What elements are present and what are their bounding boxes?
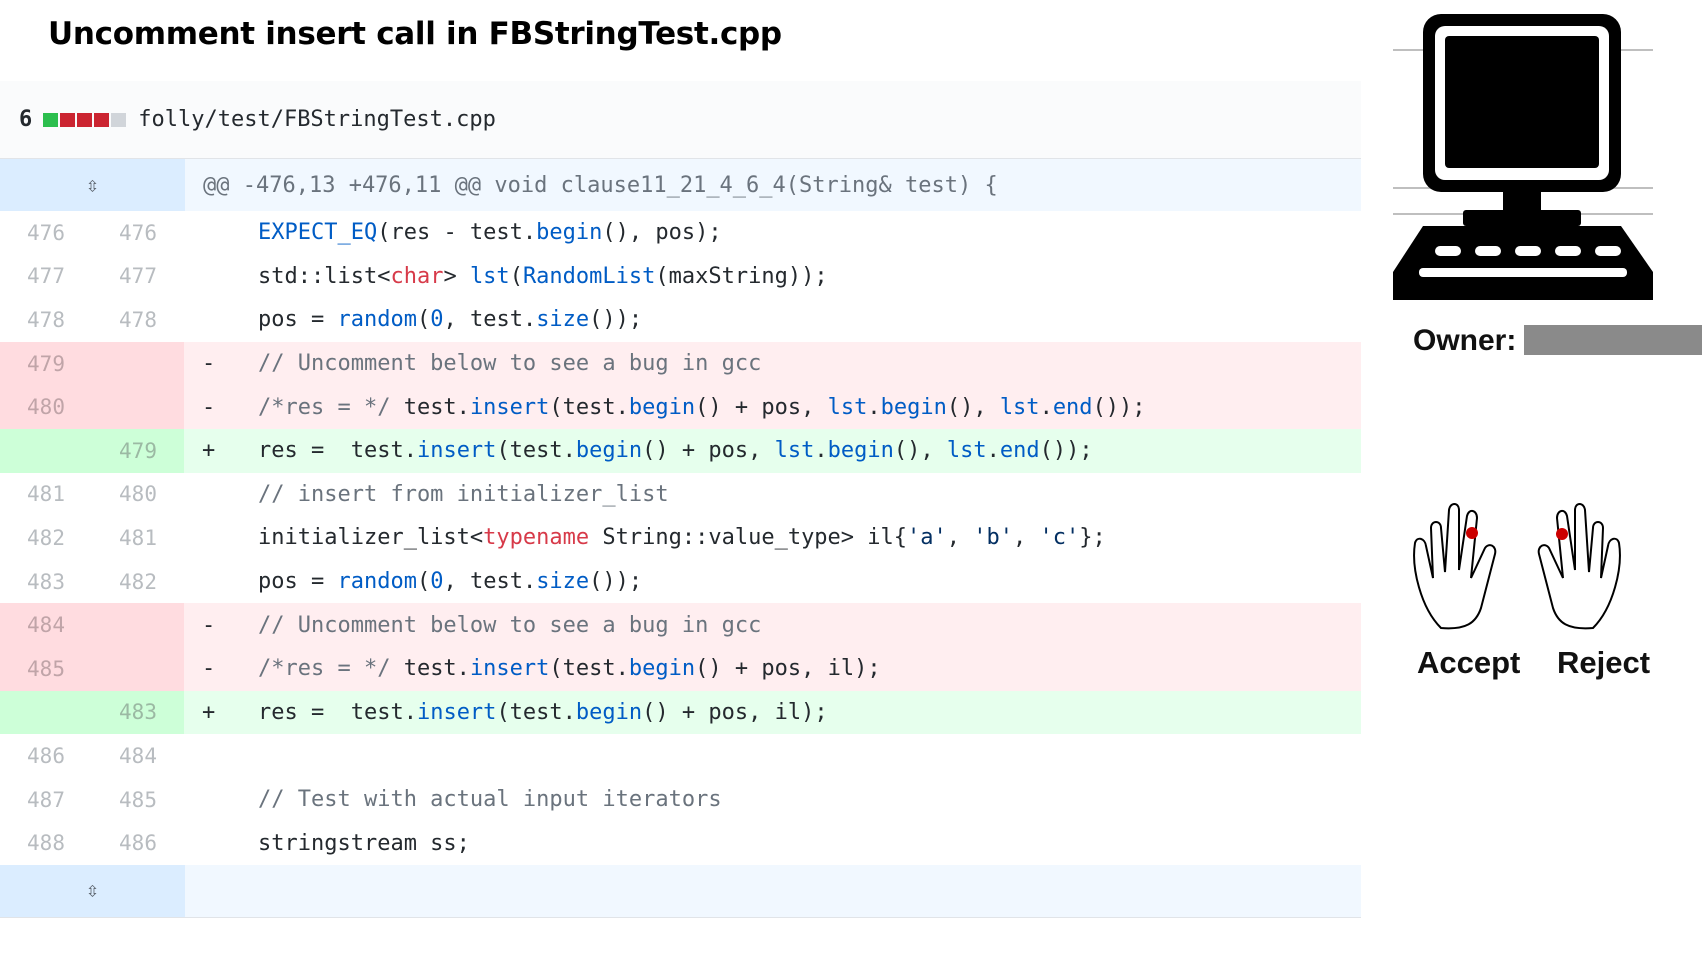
new-line-number[interactable] (92, 341, 184, 386)
new-line-number[interactable]: 480 (92, 473, 184, 517)
old-line-number[interactable]: 484 (0, 603, 92, 647)
old-line-number[interactable]: 476 (0, 211, 92, 255)
page-title: Uncomment insert call in FBStringTest.cp… (48, 16, 782, 52)
diff-line-del: 485 - /*res = */ test.insert(test.begin() … (0, 646, 1361, 691)
reject-label[interactable]: Reject (1557, 645, 1650, 681)
old-line-number[interactable] (0, 428, 92, 473)
new-line-number[interactable]: 479 (92, 428, 184, 473)
diff-line-del: 479 - // Uncomment below to see a bug in g… (0, 341, 1361, 386)
old-line-number[interactable]: 488 (0, 821, 92, 865)
code-text: std::list<char> lst(RandomList(maxString… (258, 263, 828, 289)
diffstat-block-added (43, 112, 59, 127)
expand-down-button[interactable]: ⇳ (0, 864, 185, 917)
diffstat-block-neutral (111, 112, 127, 127)
new-line-number[interactable] (92, 603, 184, 647)
diff-line-ctx: 481 480 // insert from initializer_list (0, 473, 1361, 517)
old-line-number[interactable]: 479 (0, 341, 92, 386)
diff-sign: + (202, 438, 216, 464)
file-header: 6 folly/test/FBStringTest.cpp (0, 81, 1361, 159)
new-line-number[interactable]: 485 (92, 778, 184, 822)
new-line-number[interactable]: 476 (92, 211, 184, 255)
new-line-number[interactable]: 483 (92, 690, 184, 735)
old-line-number[interactable]: 486 (0, 734, 92, 778)
computer-icon (1393, 14, 1653, 300)
new-line-number[interactable] (92, 646, 184, 691)
diff-sign: - (202, 351, 216, 377)
old-line-number[interactable]: 477 (0, 255, 92, 299)
diffstat (43, 112, 127, 127)
code-text: // insert from initializer_list (258, 481, 669, 507)
old-line-number[interactable] (0, 690, 92, 735)
hand-reject-icon[interactable] (1537, 503, 1621, 630)
code-text: /*res = */ test.insert(test.begin() + po… (258, 656, 881, 682)
code-text: EXPECT_EQ(res - test.begin(), pos); (258, 220, 722, 246)
expand-up-button[interactable]: ⇳ (0, 159, 185, 211)
diff-sign: + (202, 699, 216, 725)
hunk-header: ⇳ @@ -476,13 +476,11 @@ void clause11_21… (0, 159, 1361, 211)
owner-label: Owner: (1413, 324, 1517, 357)
diffstat-block-removed (94, 112, 110, 127)
hands-illustration (1413, 503, 1621, 630)
change-count: 6 (19, 107, 33, 132)
new-line-number[interactable] (92, 385, 184, 429)
diff-line-ctx: 488 486 stringstream ss; (0, 821, 1361, 865)
new-line-number[interactable]: 477 (92, 255, 184, 299)
code-text: pos = random(0, test.size()); (258, 307, 643, 333)
review-panel: Owner: Accept Reject (1361, 0, 1702, 957)
diff-line-ctx: 482 481 initializer_list<typename String::… (0, 516, 1361, 560)
old-line-number[interactable]: 485 (0, 646, 92, 691)
old-line-number[interactable]: 481 (0, 473, 92, 517)
diff-line-del: 480 - /*res = */ test.insert(test.begin() … (0, 385, 1361, 429)
unfold-icon: ⇳ (85, 878, 100, 904)
diff-line-ctx: 486 484 (0, 734, 1361, 778)
old-line-number[interactable]: 487 (0, 778, 92, 822)
diff-line-ctx: 483 482 pos = random(0, test.size()); (0, 560, 1361, 604)
diff-line-ctx: 478 478 pos = random(0, test.size()); (0, 298, 1361, 342)
owner-redacted-box (1524, 325, 1702, 355)
diff-line-ctx: 477 477 std::list<char> lst(RandomList(max… (0, 255, 1361, 299)
diff-line-ctx: 476 476 EXPECT_EQ(res - test.begin(), pos)… (0, 211, 1361, 255)
code-text: stringstream ss; (258, 830, 470, 856)
new-line-number[interactable]: 481 (92, 516, 184, 560)
code-text: // Uncomment below to see a bug in gcc (258, 351, 762, 377)
diff-sign: - (202, 394, 216, 420)
code-text: // Uncomment below to see a bug in gcc (258, 612, 762, 638)
diffstat-block-removed (60, 112, 76, 127)
old-line-number[interactable]: 478 (0, 298, 92, 342)
hunk-footer: ⇳ (0, 864, 1361, 918)
old-line-number[interactable]: 480 (0, 385, 92, 429)
new-line-number[interactable]: 482 (92, 560, 184, 604)
old-line-number[interactable]: 483 (0, 560, 92, 604)
unfold-icon: ⇳ (85, 172, 100, 198)
code-text: pos = random(0, test.size()); (258, 569, 643, 595)
code-text: /*res = */ test.insert(test.begin() + po… (258, 394, 1146, 420)
code-text: // Test with actual input iterators (258, 787, 722, 813)
old-line-number[interactable]: 482 (0, 516, 92, 560)
new-line-number[interactable]: 478 (92, 298, 184, 342)
diff-sign: - (202, 656, 216, 682)
code-text: initializer_list<typename String::value_… (258, 525, 1106, 551)
accept-label[interactable]: Accept (1417, 645, 1520, 681)
diffstat-block-removed (77, 112, 93, 127)
file-path-link[interactable]: folly/test/FBStringTest.cpp (138, 107, 496, 132)
hunk-header-text: @@ -476,13 +476,11 @@ void clause11_21_4… (203, 172, 998, 198)
code-text: res = test.insert(test.begin() + pos, ls… (258, 438, 1093, 464)
diff-line-ctx: 487 485 // Test with actual input iterator… (0, 778, 1361, 822)
hand-accept-icon[interactable] (1413, 503, 1497, 630)
new-line-number[interactable]: 486 (92, 821, 184, 865)
diff-line-add: 479 + res = test.insert(test.begin() + pos… (0, 428, 1361, 473)
diff-line-del: 484 - // Uncomment below to see a bug in g… (0, 603, 1361, 647)
diff-line-add: 483 + res = test.insert(test.begin() + pos… (0, 690, 1361, 735)
diff-view: 6 folly/test/FBStringTest.cpp ⇳ @@ -476,… (0, 81, 1361, 918)
diff-lines: 476 476 EXPECT_EQ(res - test.begin(), pos)… (0, 211, 1361, 865)
new-line-number[interactable]: 484 (92, 734, 184, 778)
diff-sign: - (202, 612, 216, 638)
code-text: res = test.insert(test.begin() + pos, il… (258, 699, 828, 725)
